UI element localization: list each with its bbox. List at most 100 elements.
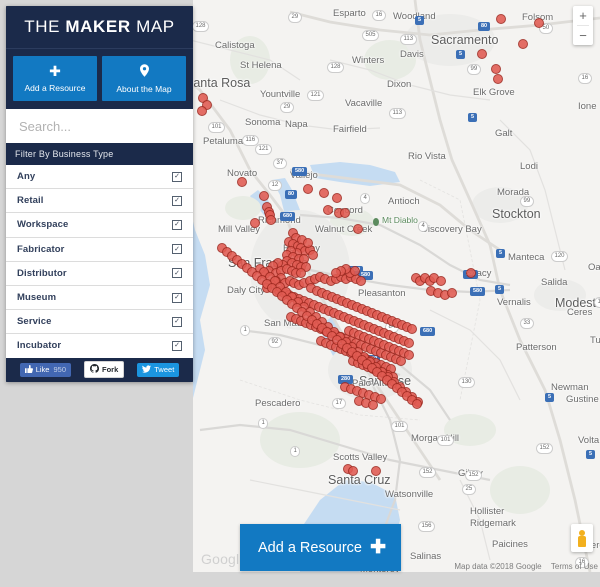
filter-row[interactable]: Incubator ✓ <box>6 334 193 358</box>
terms-of-use-link[interactable]: Terms of Use <box>551 562 598 571</box>
filter-label: Workspace <box>17 219 69 231</box>
map-marker[interactable] <box>323 205 333 215</box>
plus-icon: ✚ <box>49 63 61 79</box>
map-marker[interactable] <box>534 18 544 28</box>
map-data-text: Map data ©2018 Google <box>454 562 542 571</box>
filter-label: Distributor <box>17 267 67 279</box>
filter-row[interactable]: Museum ✓ <box>6 285 193 311</box>
filter-checkbox[interactable]: ✓ <box>172 340 182 351</box>
map-marker[interactable] <box>308 250 318 260</box>
map-marker[interactable] <box>436 276 446 286</box>
map-marker[interactable] <box>250 218 260 228</box>
filter-row[interactable]: Retail ✓ <box>6 189 193 214</box>
filter-row[interactable]: Service ✓ <box>6 310 193 335</box>
github-fork-button[interactable]: Fork <box>84 361 125 378</box>
filter-checkbox[interactable]: ✓ <box>172 244 182 255</box>
brand-maker: MAKER <box>65 17 131 36</box>
filter-checkbox[interactable]: ✓ <box>172 219 182 230</box>
map-pin-icon <box>104 64 184 80</box>
map-marker[interactable] <box>303 184 313 194</box>
map-attribution: Map data ©2018 Google Terms of Use <box>447 562 598 571</box>
filter-label: Retail <box>17 195 44 207</box>
map-marker[interactable] <box>407 324 417 334</box>
search-input[interactable] <box>17 117 193 135</box>
map-marker[interactable] <box>197 106 207 116</box>
map-marker[interactable] <box>340 208 350 218</box>
add-resource-cta-button[interactable]: Add a Resource ✚ <box>240 524 401 571</box>
brand-header: THE MAKER MAP <box>6 6 193 49</box>
map-marker[interactable] <box>266 215 276 225</box>
filter-label: Fabricator <box>17 243 65 255</box>
map-marker[interactable] <box>518 39 528 49</box>
brand-the: THE <box>24 17 66 36</box>
add-resource-cta-label: Add a Resource <box>258 539 362 556</box>
twitter-tweet-label: Tweet <box>154 365 175 374</box>
map-marker[interactable] <box>371 466 381 476</box>
filter-label: Any <box>17 171 36 183</box>
map-marker[interactable] <box>296 268 306 278</box>
plus-icon: ✚ <box>370 537 386 558</box>
street-view-pegman[interactable] <box>571 524 593 552</box>
map-marker[interactable] <box>496 14 506 24</box>
filter-list: Any ✓ Retail ✓ Workspace ✓ Fabricator ✓ Distribu… <box>6 165 193 358</box>
header-buttons: ✚ Add a Resource About the Map <box>6 49 193 109</box>
map-marker[interactable] <box>350 266 360 276</box>
map-base-graphics <box>193 0 600 572</box>
about-the-map-label: About the Map <box>116 84 172 94</box>
map-marker[interactable] <box>466 268 476 278</box>
brand-map: MAP <box>130 17 175 36</box>
thumbs-up-icon <box>24 364 33 375</box>
sidebar-panel: THE MAKER MAP ✚ Add a Resource About the… <box>6 6 193 382</box>
facebook-like-count: 950 <box>53 365 66 374</box>
map-marker[interactable] <box>331 268 341 278</box>
pegman-icon <box>578 529 586 547</box>
social-bar: Like 950 Fork Tweet <box>6 357 193 382</box>
map-marker[interactable] <box>319 188 329 198</box>
map-marker[interactable] <box>303 238 313 248</box>
facebook-like-label: Like <box>35 365 50 374</box>
github-icon <box>89 363 100 375</box>
map-marker[interactable] <box>404 350 414 360</box>
map-canvas[interactable]: Mt Diablo SacramentoSan FranciscoSan Jos… <box>193 0 600 572</box>
page-title: THE MAKER MAP <box>24 17 174 37</box>
map-marker[interactable] <box>332 193 342 203</box>
map-marker[interactable] <box>368 400 378 410</box>
filter-checkbox[interactable]: ✓ <box>172 316 182 327</box>
map-marker[interactable] <box>491 64 501 74</box>
twitter-tweet-button[interactable]: Tweet <box>137 362 180 377</box>
zoom-controls[interactable]: + − <box>573 6 593 45</box>
filter-row[interactable]: Distributor ✓ <box>6 261 193 286</box>
map-marker[interactable] <box>493 74 503 84</box>
filter-row[interactable]: Any ✓ <box>6 165 193 190</box>
about-the-map-button[interactable]: About the Map <box>102 56 186 101</box>
poi-marker-mt-diablo <box>373 218 379 226</box>
map-marker[interactable] <box>259 191 269 201</box>
map-marker[interactable] <box>356 276 366 286</box>
filter-checkbox[interactable]: ✓ <box>172 292 182 303</box>
map-marker[interactable] <box>477 49 487 59</box>
github-fork-label: Fork <box>102 365 119 374</box>
map-marker[interactable] <box>404 338 414 348</box>
app-root: Mt Diablo SacramentoSan FranciscoSan Jos… <box>0 0 600 587</box>
search-bar[interactable] <box>6 109 193 143</box>
zoom-out-button[interactable]: − <box>573 26 593 45</box>
map-inner: Mt Diablo SacramentoSan FranciscoSan Jos… <box>193 0 600 572</box>
filter-label: Service <box>17 316 52 328</box>
map-marker[interactable] <box>348 466 358 476</box>
filter-checkbox[interactable]: ✓ <box>172 171 182 182</box>
twitter-bird-icon <box>142 364 152 375</box>
map-marker[interactable] <box>237 177 247 187</box>
filter-label: Incubator <box>17 340 62 352</box>
map-marker[interactable] <box>412 399 422 409</box>
filter-checkbox[interactable]: ✓ <box>172 268 182 279</box>
filter-row[interactable]: Fabricator ✓ <box>6 237 193 262</box>
filter-label: Museum <box>17 292 57 304</box>
add-resource-button[interactable]: ✚ Add a Resource <box>13 56 97 101</box>
map-marker[interactable] <box>353 224 363 234</box>
filter-section-header: Filter By Business Type <box>6 143 193 165</box>
facebook-like-button[interactable]: Like 950 <box>19 362 71 377</box>
filter-checkbox[interactable]: ✓ <box>172 195 182 206</box>
filter-row[interactable]: Workspace ✓ <box>6 213 193 238</box>
zoom-in-button[interactable]: + <box>573 6 593 25</box>
map-marker[interactable] <box>447 288 457 298</box>
